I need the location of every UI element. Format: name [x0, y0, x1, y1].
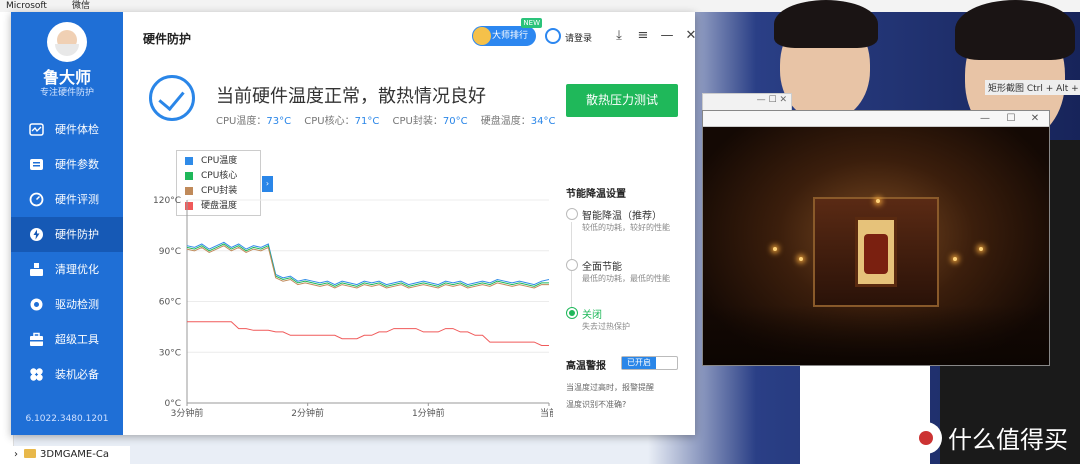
sidebar-item-tools[interactable]: 超级工具	[11, 322, 123, 357]
menu-icon[interactable]: ≡	[636, 28, 650, 44]
energy-title: 节能降温设置	[566, 189, 626, 200]
y-tick-label: 60°C	[159, 298, 181, 308]
y-tick-label: 120°C	[153, 196, 181, 206]
x-tick-label: 当前	[540, 407, 553, 419]
sidebar-item-cleanup[interactable]: 清理优化	[11, 252, 123, 287]
folder-icon	[24, 449, 36, 458]
master-lu-logo-icon	[47, 22, 87, 62]
main-panel: 硬件防护 大师排行 NEW 请登录 ⤓ ≡ — ✕ 当前硬件温度正常，散热情况良…	[123, 12, 698, 435]
user-icon	[545, 28, 561, 44]
taskbar-item[interactable]: 微信	[72, 0, 90, 12]
explorer-folder-row[interactable]: › 3DMGAME-Ca	[0, 446, 130, 464]
cpu-pkg-value: 70°C	[442, 116, 468, 127]
close-icon[interactable]: ✕	[684, 28, 698, 44]
snip-hint: 矩形截图 Ctrl + Alt + A	[985, 80, 1080, 95]
x-tick-label: 2分钟前	[291, 407, 324, 419]
sidebar-item-protection[interactable]: 硬件防护	[11, 217, 123, 252]
sidebar-item-essentials[interactable]: 装机必备	[11, 357, 123, 392]
gear-icon	[30, 298, 43, 311]
minimize-icon[interactable]: —	[660, 28, 674, 44]
pulse-icon	[29, 123, 44, 136]
stress-test-button[interactable]: 散热压力测试	[566, 84, 678, 117]
list-icon	[30, 159, 43, 170]
page-title: 硬件防护	[143, 32, 192, 46]
maximize-icon[interactable]: ☐	[999, 111, 1023, 127]
radio-button[interactable]	[566, 307, 578, 319]
floor	[703, 305, 1049, 365]
sidebar-item-label: 装机必备	[55, 368, 99, 381]
candle-light	[953, 257, 957, 261]
y-tick-label: 90°C	[159, 247, 181, 257]
x-tick-label: 3分钟前	[171, 407, 204, 419]
watermark: 什么值得买	[910, 420, 1080, 460]
master-ranking-button[interactable]: 大师排行 NEW	[472, 18, 542, 46]
smzdm-logo-icon	[910, 422, 942, 454]
hair-left	[774, 0, 878, 48]
folder-label: 3DMGAME-Ca	[40, 449, 109, 460]
y-tick-label: 30°C	[159, 348, 181, 358]
y-tick-label: 0°C	[164, 399, 181, 409]
hair-right	[955, 0, 1075, 60]
broom-icon	[30, 263, 43, 276]
calligraphy-scroll	[855, 217, 897, 287]
x-tick-label: 1分钟前	[412, 407, 445, 419]
legend-entry[interactable]: CPU温度	[185, 154, 237, 168]
brand-slogan: 专注硬件防护	[39, 88, 94, 98]
cpu-core-value: 71°C	[354, 116, 380, 127]
disk-temp-value: 34°C	[530, 116, 556, 127]
game-window-titlebar[interactable]: — ☐ ✕	[703, 111, 1049, 127]
status-title: 当前硬件温度正常，散热情况良好	[216, 86, 486, 107]
candle-light	[799, 257, 803, 261]
legend-entry[interactable]: CPU核心	[185, 169, 237, 183]
alarm-note: 当温度过高时，报警提醒	[566, 383, 654, 392]
candle-light	[773, 247, 777, 251]
sidebar-item-drivers[interactable]: 驱动检测	[11, 287, 123, 322]
check-icon	[149, 75, 195, 121]
alarm-toggle[interactable]: 已开启	[621, 356, 678, 370]
login-button[interactable]: 请登录	[545, 28, 592, 44]
chevron-right-icon: ›	[14, 449, 18, 460]
legend-collapse-button[interactable]: ›	[262, 176, 273, 192]
taskbar-item[interactable]: Microsoft	[6, 0, 47, 12]
version-label: 6.1022.3480.1201	[25, 414, 109, 424]
sidebar-item-benchmark[interactable]: 硬件评测	[11, 182, 123, 217]
sidebar-item-params[interactable]: 硬件参数	[11, 147, 123, 182]
gauge-icon	[29, 192, 44, 207]
avatar	[473, 27, 491, 45]
lightning-shield-icon	[30, 228, 43, 241]
cpu-temp-value: 73°C	[266, 116, 292, 127]
sidebar-item-label: 超级工具	[55, 333, 99, 346]
toolbox-icon	[30, 332, 43, 346]
sidebar-item-label: 硬件体检	[55, 123, 99, 136]
sidebar-item-label: 清理优化	[55, 263, 99, 276]
close-icon[interactable]: ✕	[1023, 111, 1047, 127]
temperature-chart: 0°C 30°C 60°C 90°C 120°C 3分钟前 2分钟前 1分钟前 当前	[153, 196, 553, 419]
sidebar-item-label: 硬件评测	[55, 193, 99, 206]
master-lu-window: 鲁大师 专注硬件防护 硬件体检 硬件参数 硬件评测 硬件防护 清理优化 驱动检测…	[11, 12, 698, 435]
sidebar-item-label: 驱动检测	[55, 298, 99, 311]
radio-button[interactable]	[566, 208, 578, 220]
sidebar-item-label: 硬件防护	[55, 228, 99, 241]
candle-light	[876, 199, 880, 203]
sidebar: 鲁大师 专注硬件防护 硬件体检 硬件参数 硬件评测 硬件防护 清理优化 驱动检测…	[11, 12, 123, 435]
sidebar-item-checkup[interactable]: 硬件体检	[11, 112, 123, 147]
temperature-readouts: CPU温度：73°C CPU核心：71°C CPU封装：70°C 硬盘温度：34…	[216, 116, 556, 127]
window-controls[interactable]: — ☐ ✕	[757, 95, 787, 105]
background-window-titlebar[interactable]: — ☐ ✕	[702, 93, 792, 111]
alarm-title: 高温警报	[566, 361, 606, 372]
download-icon[interactable]: ⤓	[612, 28, 626, 44]
minimize-icon[interactable]: —	[973, 111, 997, 127]
series-line	[187, 321, 549, 346]
game-scene	[703, 127, 1049, 365]
clover-icon	[30, 368, 43, 381]
sidebar-item-label: 硬件参数	[55, 158, 99, 171]
new-badge: NEW	[521, 18, 542, 28]
calibration-link[interactable]: 温度识别不准确?	[566, 399, 626, 410]
radio-button[interactable]	[566, 259, 578, 271]
candle-light	[979, 247, 983, 251]
game-window[interactable]: — ☐ ✕	[702, 110, 1050, 366]
